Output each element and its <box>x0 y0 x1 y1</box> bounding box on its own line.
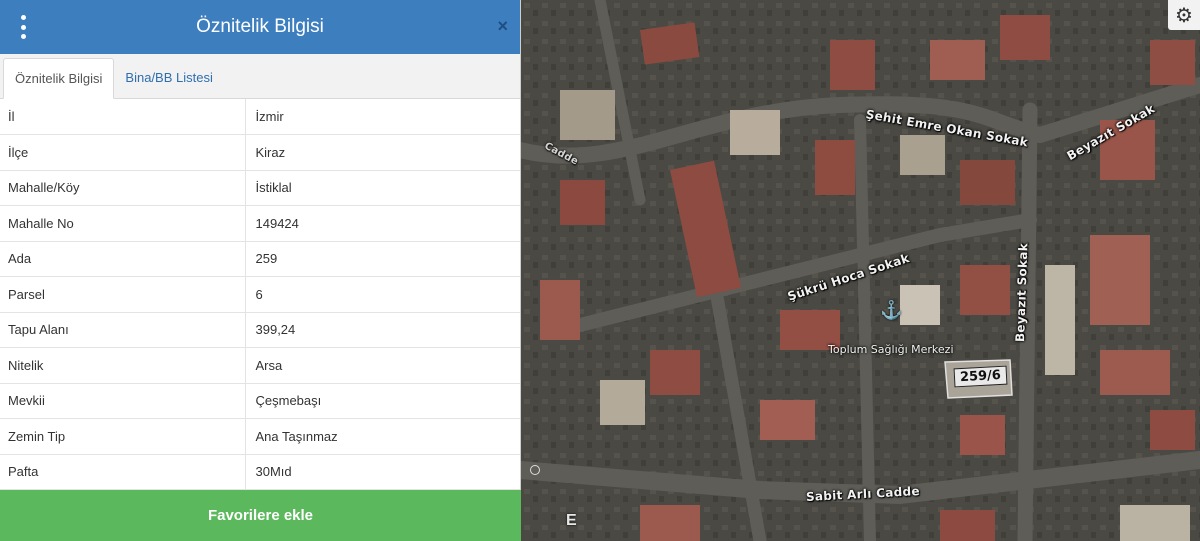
row-value: Arsa <box>245 347 520 384</box>
row-value: 399,24 <box>245 312 520 348</box>
row-value: 149424 <box>245 205 520 242</box>
row-value: 259 <box>245 241 520 277</box>
table-row: Mahalle No 149424 <box>0 205 520 242</box>
row-key: Ada <box>0 241 246 277</box>
row-key: Zemin Tip <box>0 418 246 455</box>
row-key: Mahalle No <box>0 205 246 242</box>
row-key: Pafta <box>0 454 246 490</box>
row-value: İstiklal <box>245 170 520 206</box>
gear-icon[interactable]: ⚙ <box>1168 0 1200 30</box>
tab-bar: Öznitelik Bilgisi Bina/BB Listesi <box>0 54 520 99</box>
table-row: Mevkii Çeşmebaşı <box>0 383 520 419</box>
row-key: Parsel <box>0 276 246 313</box>
map-marker-letter[interactable]: E <box>566 512 577 530</box>
tab-attributes[interactable]: Öznitelik Bilgisi <box>3 58 115 99</box>
close-icon[interactable]: × <box>497 17 508 35</box>
attribute-table: İl İzmir İlçe Kiraz Mahalle/Köy İstiklal Ma… <box>0 99 520 490</box>
table-row: Zemin Tip Ana Taşınmaz <box>0 418 520 455</box>
row-value: Kiraz <box>245 134 520 171</box>
map-point-icon <box>530 465 540 475</box>
tab-building-list[interactable]: Bina/BB Listesi <box>114 57 223 98</box>
row-key: Tapu Alanı <box>0 312 246 348</box>
table-row: Ada 259 <box>0 241 520 277</box>
row-value: 30Mıd <box>245 454 520 490</box>
row-key: Mahalle/Köy <box>0 170 246 206</box>
table-row: Tapu Alanı 399,24 <box>0 312 520 348</box>
panel-header: Öznitelik Bilgisi × <box>0 0 520 54</box>
table-row: Pafta 30Mıd <box>0 454 520 490</box>
row-key: Nitelik <box>0 347 246 384</box>
table-row: Mahalle/Köy İstiklal <box>0 170 520 206</box>
hospital-icon[interactable]: ⚓ <box>880 300 902 321</box>
row-key: Mevkii <box>0 383 246 419</box>
row-value: Ana Taşınmaz <box>245 418 520 455</box>
table-row: İlçe Kiraz <box>0 134 520 171</box>
row-key: İl <box>0 99 246 135</box>
table-row: Nitelik Arsa <box>0 347 520 384</box>
add-favorite-button[interactable]: Favorilere ekle <box>0 490 521 541</box>
poi-label: Toplum Sağlığı Merkezi <box>828 343 954 356</box>
panel-title: Öznitelik Bilgisi <box>196 16 324 37</box>
row-key: İlçe <box>0 134 246 171</box>
row-value: 6 <box>245 276 520 313</box>
parcel-label[interactable]: 259/6 <box>953 365 1008 388</box>
kebab-menu-icon[interactable] <box>16 15 30 39</box>
row-value: İzmir <box>245 99 520 135</box>
table-row: İl İzmir <box>0 99 520 135</box>
row-value: Çeşmebaşı <box>245 383 520 419</box>
attribute-panel: Öznitelik Bilgisi × Öznitelik Bilgisi Bi… <box>0 0 521 541</box>
table-row: Parsel 6 <box>0 276 520 313</box>
